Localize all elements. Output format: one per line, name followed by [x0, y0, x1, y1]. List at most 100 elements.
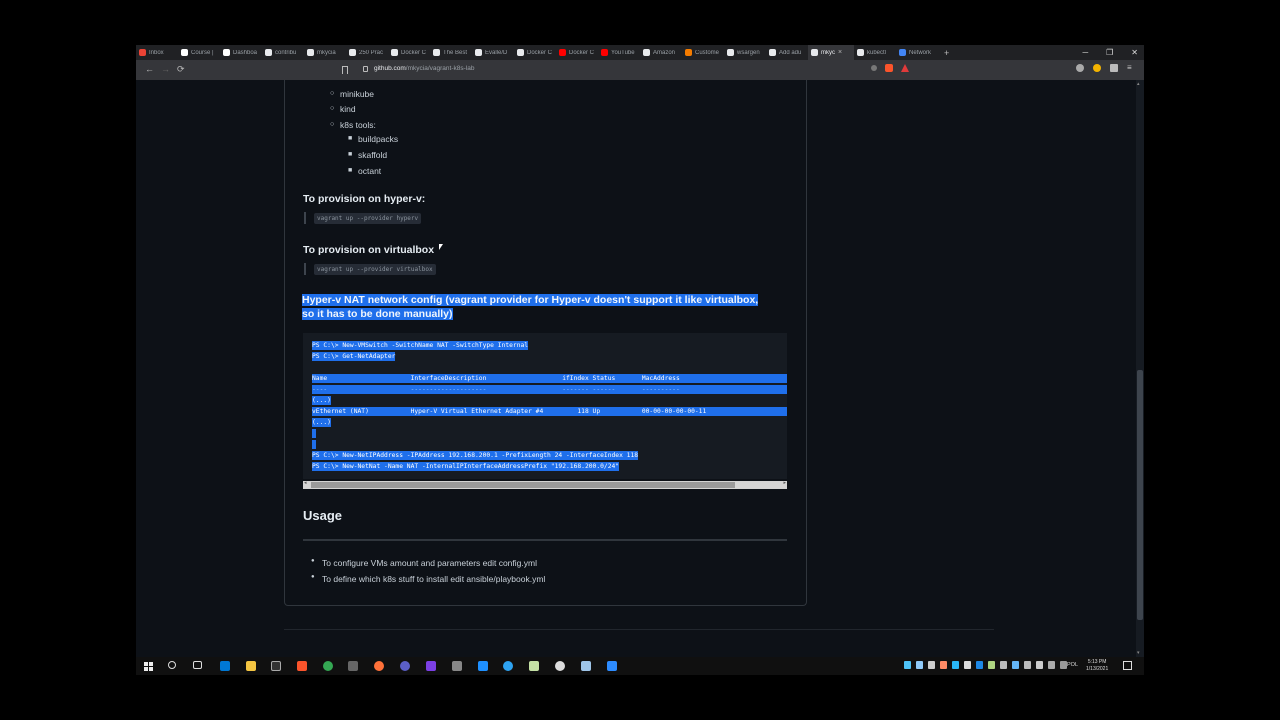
tray-icon[interactable] [976, 661, 983, 669]
forward-button[interactable]: → [161, 64, 170, 74]
browser-tab[interactable]: Network [896, 45, 938, 60]
close-tab-icon[interactable]: × [838, 49, 842, 56]
back-button[interactable]: ← [145, 64, 154, 74]
usage-heading: Usage [303, 508, 343, 523]
browser-tab[interactable]: Add adu [766, 45, 808, 60]
app-icon[interactable] [348, 661, 358, 671]
browser-tab[interactable]: Docker C [556, 45, 598, 60]
notification-icon[interactable] [1123, 661, 1132, 670]
bullet-icon: ● [311, 558, 315, 564]
usage-item: To configure VMs amount and parameters e… [322, 558, 537, 568]
virtualbox-command: vagrant up --provider virtualbox [314, 264, 436, 275]
windows-start-icon[interactable] [144, 662, 153, 671]
code-horizontal-scrollbar[interactable]: ◂ ▸ [303, 480, 787, 489]
browser-tab[interactable]: The Best [430, 45, 472, 60]
extension-icon[interactable] [1076, 64, 1084, 72]
restore-button[interactable]: ❐ [1106, 48, 1113, 57]
network-icon[interactable] [1048, 661, 1055, 669]
tray-icon[interactable] [964, 661, 971, 669]
chrome-icon[interactable] [323, 661, 333, 671]
scroll-up-icon[interactable]: ▴ [1137, 81, 1140, 87]
browser-tab[interactable]: wsargen [724, 45, 766, 60]
tab-favicon-icon [517, 49, 524, 56]
outlook-icon[interactable] [220, 661, 230, 671]
scrollbar-thumb[interactable] [311, 482, 735, 488]
menu-icon[interactable]: ≡ [1127, 64, 1135, 72]
browser-tab[interactable]: mkyc × [808, 45, 854, 60]
scroll-left-icon[interactable]: ◂ [304, 480, 307, 486]
reload-button[interactable]: ⟳ [177, 64, 185, 75]
terminal-icon[interactable] [271, 661, 281, 671]
tray-icon[interactable] [988, 661, 995, 669]
app-icon[interactable] [478, 661, 488, 671]
browser-tab[interactable]: Course | [178, 45, 220, 60]
tray-icon[interactable] [1012, 661, 1019, 669]
app-icon[interactable] [581, 661, 591, 671]
browser-tab[interactable]: Docker C [514, 45, 556, 60]
browser-tab[interactable]: contribu [262, 45, 304, 60]
app-icon[interactable] [503, 661, 513, 671]
tab-label: kubectl [867, 49, 887, 56]
bookmark-icon[interactable] [342, 66, 348, 74]
browser-tab[interactable]: Docker C [388, 45, 430, 60]
firefox-icon[interactable] [374, 661, 384, 671]
app-icon[interactable] [452, 661, 462, 671]
brave-icon[interactable] [297, 661, 307, 671]
puzzle-icon[interactable] [1110, 64, 1118, 72]
new-tab-button[interactable]: + [944, 48, 949, 58]
tray-icon[interactable] [916, 661, 923, 669]
tray-icon[interactable] [928, 661, 935, 669]
zoom-icon[interactable] [871, 65, 877, 71]
language-indicator[interactable]: POL [1067, 662, 1078, 668]
tray-icon[interactable] [904, 661, 911, 669]
clock[interactable]: 5:13 PM 1/13/2021 [1086, 659, 1108, 673]
tab-favicon-icon [307, 49, 314, 56]
minimize-button[interactable]: ─ [1082, 48, 1088, 57]
tab-label: Dashboa [233, 49, 258, 56]
browser-tab[interactable]: YouTube [598, 45, 640, 60]
search-icon[interactable] [168, 661, 176, 669]
volume-icon[interactable] [1036, 661, 1043, 669]
zoom-app-icon[interactable] [607, 661, 617, 671]
scroll-down-icon[interactable]: ▾ [1137, 650, 1140, 656]
tray-icon[interactable] [940, 661, 947, 669]
chrome-extension-icon[interactable] [1093, 64, 1101, 72]
browser-tab[interactable]: 250 Prac [346, 45, 388, 60]
brave-rewards-icon[interactable] [901, 64, 909, 72]
nat-code-block: PS C:\> New-VMSwitch -SwitchName NAT -Sw… [303, 333, 787, 479]
tab-favicon-icon [643, 49, 650, 56]
notepad-icon[interactable] [529, 661, 539, 671]
browser-tab[interactable]: mkycia [304, 45, 346, 60]
browser-tab[interactable]: Inbox [136, 45, 178, 60]
browser-tab[interactable]: Amazon [640, 45, 682, 60]
file-explorer-icon[interactable] [246, 661, 256, 671]
tab-favicon-icon [857, 49, 864, 56]
page-scrollbar[interactable]: ▴ ▾ [1136, 80, 1144, 657]
code-line: Name InterfaceDescription ifIndex Status… [312, 374, 787, 383]
windows-taskbar: POL 5:13 PM 1/13/2021 [136, 657, 1144, 675]
browser-tab[interactable]: Evalle/D [472, 45, 514, 60]
browser-tab[interactable]: Custome [682, 45, 724, 60]
tray-icon[interactable] [1000, 661, 1007, 669]
clock-time: 5:13 PM [1087, 659, 1107, 665]
wifi-icon[interactable] [1024, 661, 1031, 669]
list-item: buildpacks [358, 134, 399, 144]
brave-shield-icon[interactable] [885, 64, 893, 72]
close-window-button[interactable]: ✕ [1131, 48, 1138, 57]
scrollbar-thumb[interactable] [1137, 370, 1143, 620]
browser-tab[interactable]: Dashboa [220, 45, 262, 60]
scroll-right-icon[interactable]: ▸ [783, 480, 786, 486]
task-view-icon[interactable] [193, 661, 202, 669]
battery-icon[interactable] [1060, 661, 1067, 669]
tab-label: YouTube [611, 49, 635, 56]
visual-studio-icon[interactable] [426, 661, 436, 671]
app-icon[interactable] [400, 661, 410, 671]
list-item: kind [340, 104, 356, 114]
app-icon[interactable] [555, 661, 565, 671]
browser-tab[interactable]: kubectl [854, 45, 896, 60]
lock-icon[interactable] [363, 66, 368, 72]
nat-heading-line2: so it has to be done manually) [302, 308, 453, 320]
tab-label: wsargen [737, 49, 760, 56]
tray-icon[interactable] [952, 661, 959, 669]
address-bar[interactable]: github.com/mkycia/vagrant-k8s-lab [374, 65, 474, 72]
